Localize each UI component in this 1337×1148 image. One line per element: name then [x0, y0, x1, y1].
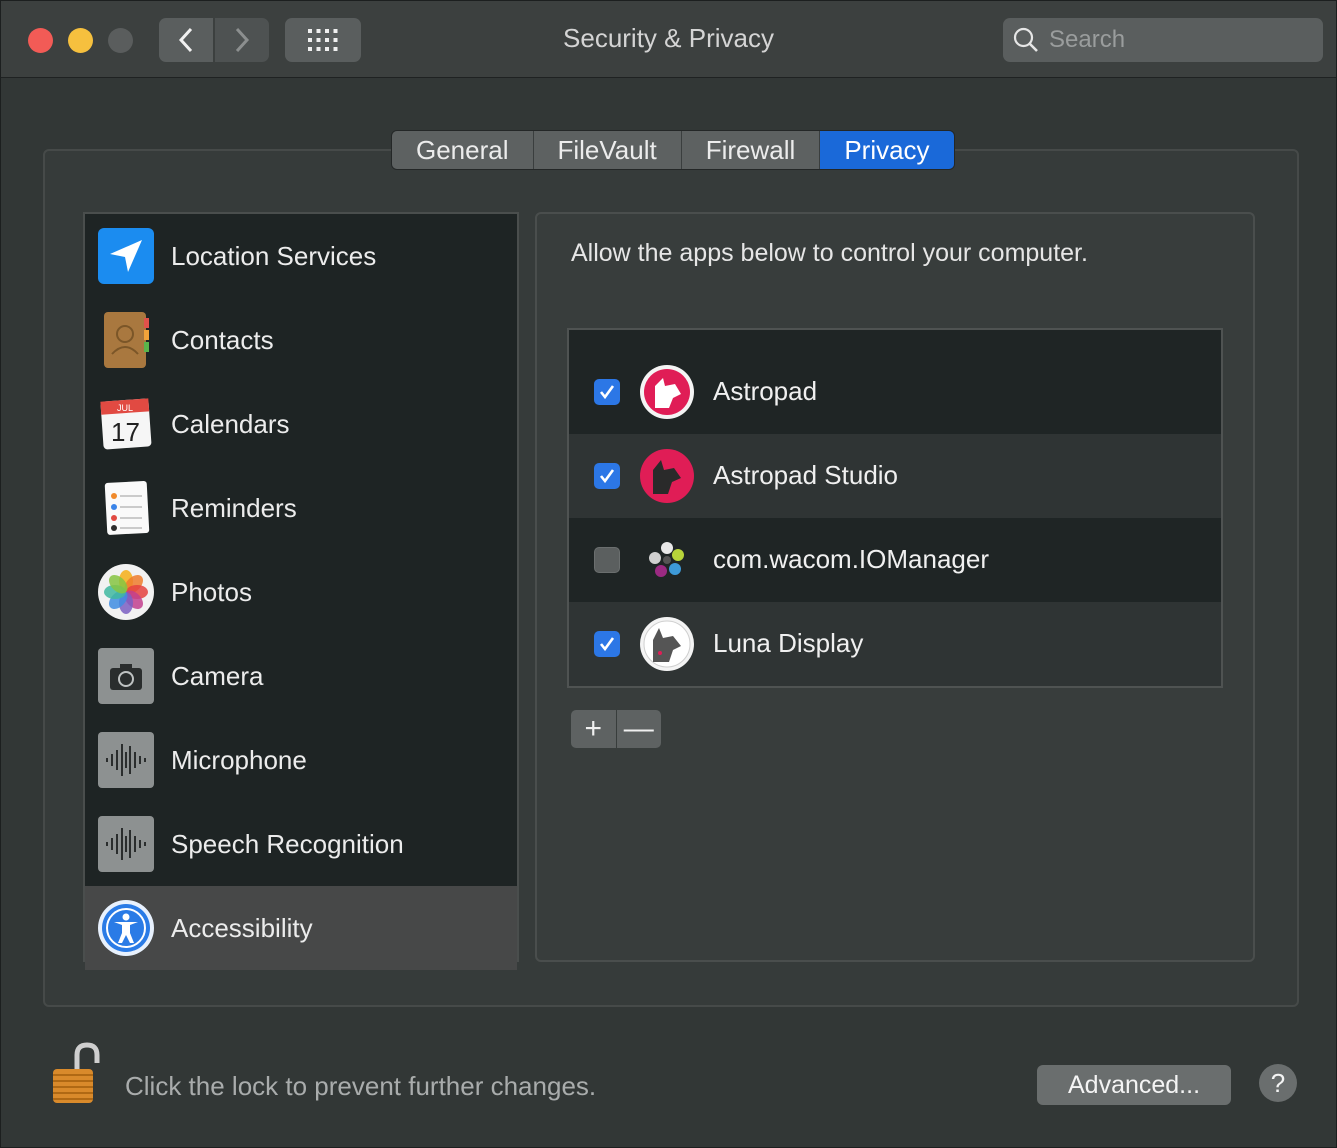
- sidebar-item-camera[interactable]: Camera: [85, 634, 517, 718]
- tab-filevault[interactable]: FileVault: [533, 131, 682, 169]
- add-app-button[interactable]: +: [571, 710, 616, 748]
- app-list[interactable]: Astropad Astropad Studio com.wacom.IOMan…: [567, 328, 1223, 688]
- privacy-category-list[interactable]: Location Services Contacts JUL 17 Calend…: [83, 212, 519, 970]
- lock-status-text: Click the lock to prevent further change…: [125, 1071, 597, 1101]
- sidebar-item-photos[interactable]: Photos: [85, 550, 517, 634]
- app-name: com.wacom.IOManager: [713, 544, 989, 574]
- sidebar-item-contacts[interactable]: Contacts: [85, 298, 517, 382]
- search-field[interactable]: [1003, 18, 1323, 62]
- remove-app-button[interactable]: —: [616, 710, 661, 748]
- app-checkbox[interactable]: [594, 379, 620, 405]
- astropad-studio-icon: [639, 448, 695, 504]
- advanced-button[interactable]: Advanced...: [1037, 1065, 1231, 1105]
- sidebar-item-label: Speech Recognition: [171, 828, 404, 859]
- checkmark-icon: [599, 637, 615, 652]
- app-row-astropad-studio[interactable]: Astropad Studio: [569, 434, 1221, 518]
- app-row-luna-display[interactable]: Luna Display: [569, 602, 1221, 686]
- sidebar-item-label: Contacts: [171, 324, 274, 355]
- app-name: Astropad: [713, 376, 818, 406]
- sidebar-item-location-services[interactable]: Location Services: [85, 214, 517, 298]
- sidebar-item-label: Location Services: [171, 240, 377, 271]
- sidebar-item-reminders[interactable]: Reminders: [85, 466, 517, 550]
- tab-privacy[interactable]: Privacy: [820, 131, 954, 169]
- checkmark-icon: [599, 385, 615, 400]
- accessibility-icon: [97, 899, 155, 957]
- unlocked-padlock-icon[interactable]: [45, 1041, 105, 1111]
- search-input[interactable]: [1047, 25, 1311, 55]
- app-row-wacom-iomanager[interactable]: com.wacom.IOManager: [569, 518, 1221, 602]
- help-button[interactable]: ?: [1259, 1064, 1297, 1102]
- location-arrow-icon: [97, 227, 155, 285]
- calendar-month: JUL: [117, 403, 133, 413]
- camera-icon: [97, 647, 155, 705]
- sidebar-item-label: Calendars: [171, 408, 290, 439]
- astropad-icon: [639, 364, 695, 420]
- app-checkbox[interactable]: [594, 547, 620, 573]
- luna-display-icon: [639, 616, 695, 672]
- app-name: Luna Display: [713, 628, 864, 658]
- contacts-book-icon: [97, 311, 155, 369]
- calendar-icon: JUL 17: [97, 395, 155, 453]
- tab-general[interactable]: General: [392, 131, 534, 169]
- reminders-list-icon: [97, 479, 155, 537]
- sidebar-item-microphone[interactable]: Microphone: [85, 718, 517, 802]
- wacom-icon: [639, 532, 695, 588]
- tab-firewall[interactable]: Firewall: [681, 131, 821, 169]
- calendar-day: 17: [111, 417, 140, 447]
- sidebar-item-speech-recognition[interactable]: Speech Recognition: [85, 802, 517, 886]
- sidebar-item-label: Reminders: [171, 492, 297, 523]
- sidebar-item-label: Camera: [171, 660, 264, 691]
- sidebar-item-calendars[interactable]: JUL 17 Calendars: [85, 382, 517, 466]
- app-row-astropad[interactable]: Astropad: [569, 350, 1221, 434]
- sidebar-item-accessibility[interactable]: Accessibility: [85, 886, 517, 970]
- photos-flower-icon: [97, 563, 155, 621]
- app-checkbox[interactable]: [594, 463, 620, 489]
- search-icon: [1013, 27, 1038, 52]
- sidebar-item-label: Accessibility: [171, 912, 313, 943]
- add-remove-buttons: + —: [571, 710, 661, 748]
- security-privacy-window: Security & Privacy General FileVault Fir…: [0, 0, 1337, 1148]
- sidebar-item-label: Microphone: [171, 744, 307, 775]
- app-name: Astropad Studio: [713, 460, 899, 490]
- title-bar: Security & Privacy: [1, 1, 1336, 78]
- checkmark-icon: [599, 469, 615, 484]
- microphone-waveform-icon: [97, 731, 155, 789]
- speech-waveform-icon: [97, 815, 155, 873]
- tab-bar: General FileVault Firewall Privacy: [391, 130, 955, 170]
- pane-description: Allow the apps below to control your com…: [571, 239, 1088, 267]
- app-checkbox[interactable]: [594, 631, 620, 657]
- sidebar-item-label: Photos: [171, 576, 252, 607]
